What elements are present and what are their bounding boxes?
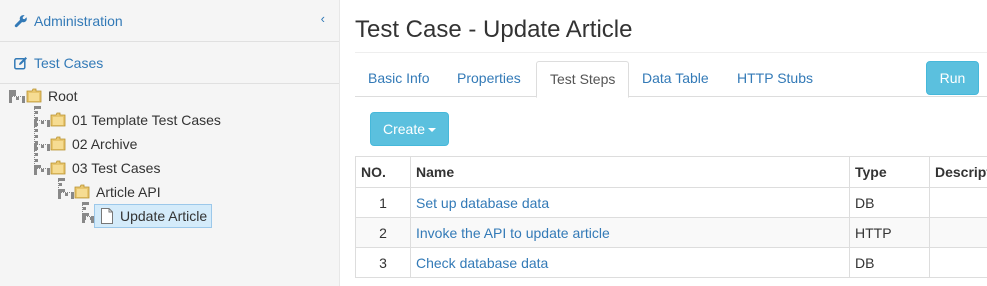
tree-node-label: 03 Test Cases <box>72 160 161 176</box>
divider <box>355 52 987 53</box>
cell-description <box>929 187 987 218</box>
cell-no: 3 <box>355 247 411 278</box>
sidebar-item-label: Test Cases <box>34 55 104 71</box>
sidebar: Administration ‹ Test Cases Root 01 Temp… <box>0 0 340 286</box>
sidebar-item-administration[interactable]: Administration ‹ <box>0 0 339 42</box>
folder-icon <box>50 160 66 175</box>
table-row: 2 Invoke the API to update article HTTP <box>355 217 987 248</box>
cell-description <box>929 217 987 248</box>
cell-name: Check database data <box>410 247 850 278</box>
test-steps-table: NO. Name Type Description 1 Set up datab… <box>355 156 987 278</box>
cell-type: DB <box>849 187 930 218</box>
tab-basic-info[interactable]: Basic Info <box>355 61 442 97</box>
test-steps-table-container: NO. Name Type Description 1 Set up datab… <box>355 156 987 286</box>
wrench-icon <box>14 15 27 28</box>
table-row: 3 Check database data DB <box>355 247 987 278</box>
sidebar-item-label: Administration <box>34 13 123 29</box>
tree-node-label: Update Article <box>120 208 208 224</box>
column-header-no: NO. <box>355 156 411 188</box>
cell-no: 1 <box>355 187 411 218</box>
cell-name: Set up database data <box>410 187 850 218</box>
sidebar-item-test-cases[interactable]: Test Cases <box>0 42 339 84</box>
column-header-description: Description <box>929 156 987 188</box>
folder-icon <box>26 88 42 103</box>
tab-http-stubs[interactable]: HTTP Stubs <box>724 61 826 97</box>
tree-node-update-article[interactable]: Update Article <box>94 204 212 228</box>
edit-icon <box>14 57 27 70</box>
tab-data-table[interactable]: Data Table <box>629 61 722 97</box>
cell-name: Invoke the API to update article <box>410 217 850 248</box>
cell-type: DB <box>849 247 930 278</box>
column-header-name: Name <box>410 156 850 188</box>
folder-icon <box>50 112 66 127</box>
tab-bar: Basic Info Properties Test Steps Data Ta… <box>355 61 987 98</box>
folder-icon <box>74 184 90 199</box>
step-link[interactable]: Invoke the API to update article <box>416 225 610 241</box>
cell-description <box>929 247 987 278</box>
step-link[interactable]: Check database data <box>416 255 548 271</box>
folder-icon <box>50 136 66 151</box>
tree-node-label: 02 Archive <box>72 136 138 152</box>
step-link[interactable]: Set up database data <box>416 195 549 211</box>
table-row: 1 Set up database data DB <box>355 187 987 218</box>
cell-no: 2 <box>355 217 411 248</box>
create-label: Create <box>382 121 426 137</box>
column-header-type: Type <box>849 156 930 188</box>
test-case-tree: Root 01 Template Test Cases 02 Archive 0… <box>0 84 339 286</box>
main-panel: Test Case - Update Article Basic Info Pr… <box>341 0 987 286</box>
cell-type: HTTP <box>849 217 930 248</box>
tree-node-label: Article API <box>96 184 161 200</box>
file-icon <box>101 208 113 224</box>
create-dropdown-button[interactable]: Create <box>370 112 449 146</box>
tab-properties[interactable]: Properties <box>444 61 534 97</box>
run-button[interactable]: Run <box>926 61 979 95</box>
table-header-row: NO. Name Type Description <box>355 156 987 188</box>
page-title: Test Case - Update Article <box>355 16 633 43</box>
tree-node-label: 01 Template Test Cases <box>72 112 221 128</box>
chevron-left-icon[interactable]: ‹ <box>321 11 325 26</box>
tab-test-steps[interactable]: Test Steps <box>536 61 630 98</box>
caret-down-icon <box>428 128 437 133</box>
tree-node-label: Root <box>48 88 78 104</box>
app-window: Administration ‹ Test Cases Root 01 Temp… <box>0 0 987 286</box>
